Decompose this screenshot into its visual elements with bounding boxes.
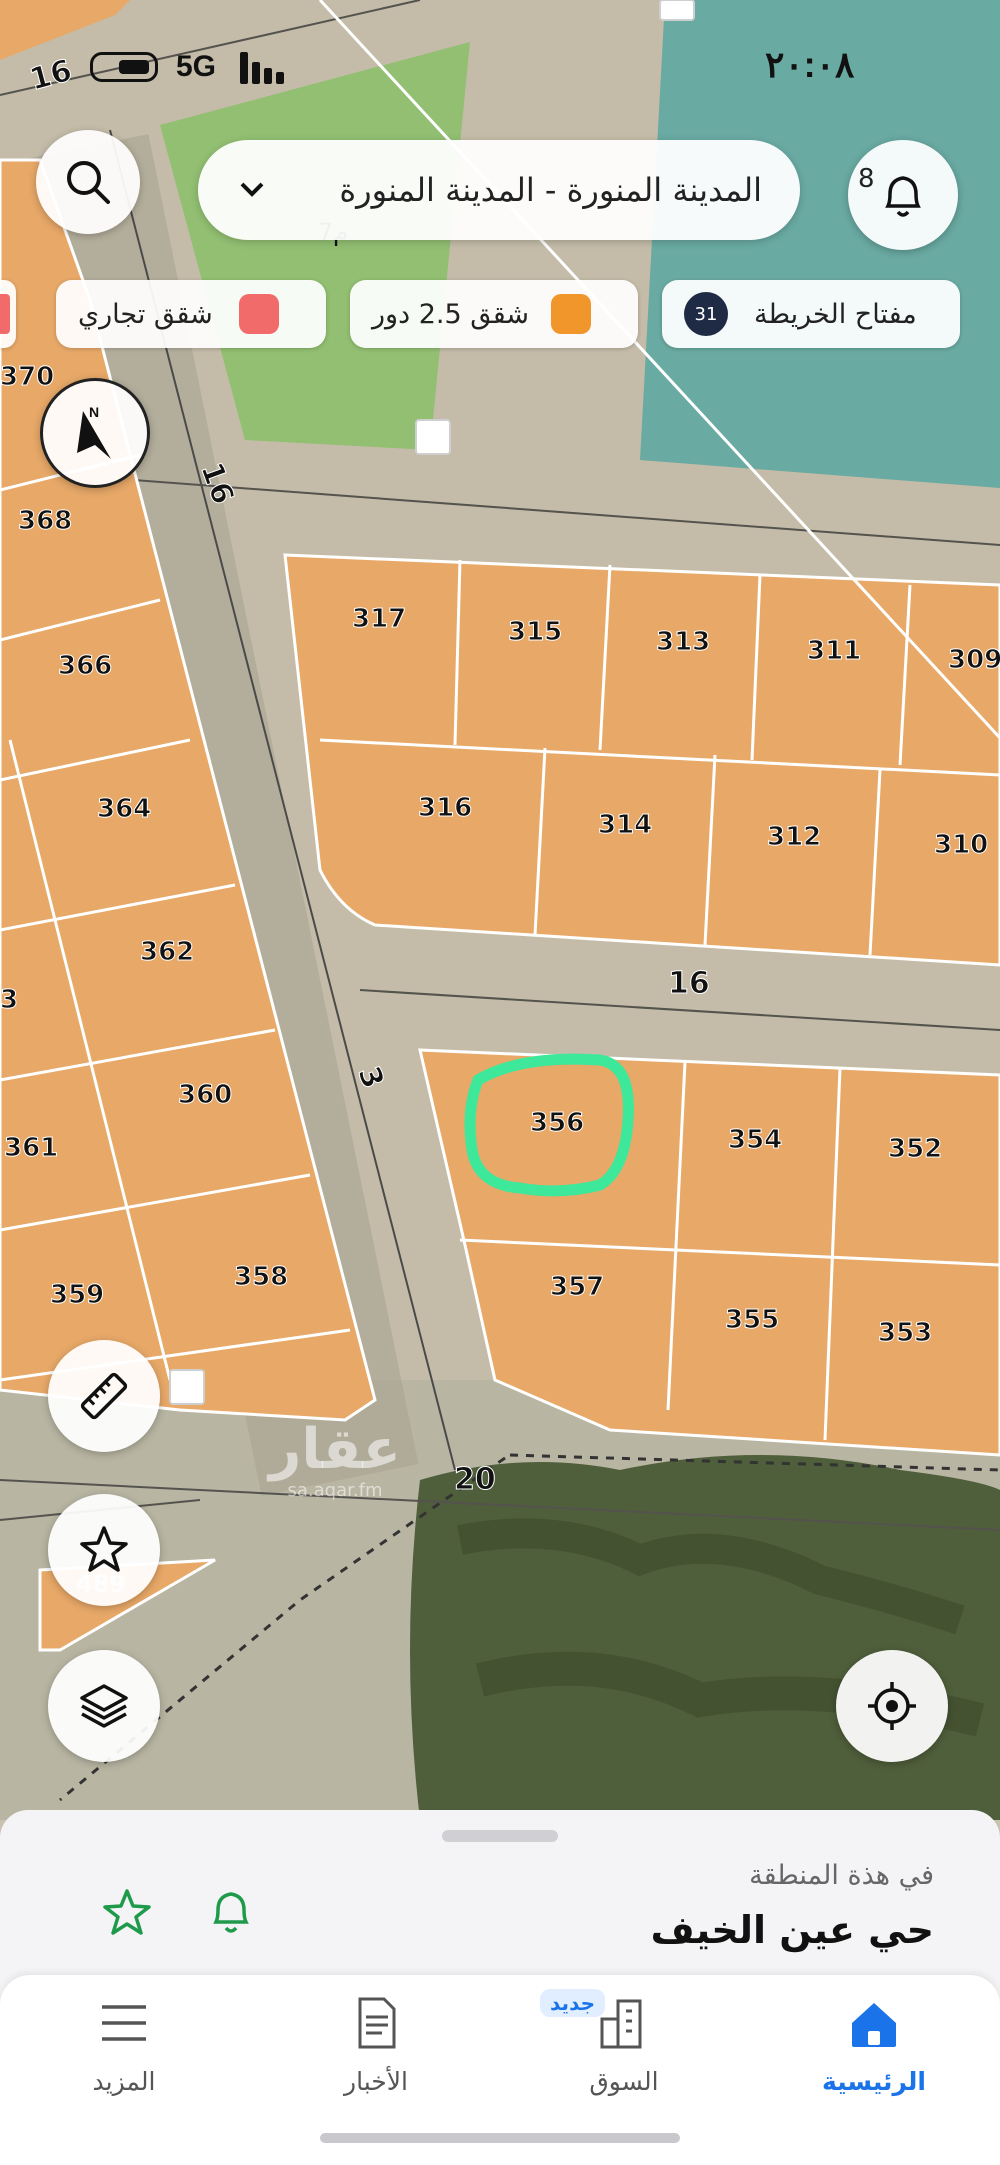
my-location-button[interactable] (836, 1650, 948, 1762)
favorite-area-button[interactable] (92, 1878, 162, 1948)
notification-count: 8 (858, 164, 875, 194)
map-key-label: مفتاح الخريطة (754, 298, 917, 330)
location-selector[interactable]: المدينة المنورة - المدينة المنورة (198, 140, 800, 240)
red-swatch-icon (238, 294, 279, 334)
lot-label[interactable]: 366 (57, 651, 112, 682)
svg-text:N: N (89, 404, 99, 420)
nav-more[interactable]: المزيد (24, 1975, 224, 2125)
nav-news-label: الأخبار (344, 2067, 408, 2096)
nav-market[interactable]: السوق جديد (524, 1975, 724, 2125)
new-badge: جديد (540, 1989, 606, 2017)
crosshair-icon (868, 1682, 916, 1730)
lot-label[interactable]: 357 (549, 1272, 604, 1303)
chevron-down-icon (240, 182, 264, 197)
filter-label: شقق 2.5 دور (372, 298, 530, 330)
lot-label[interactable]: 362 (139, 937, 194, 968)
favorites-button[interactable] (48, 1494, 160, 1606)
area-alert-button[interactable] (196, 1876, 266, 1946)
orange-swatch-icon (551, 294, 592, 334)
lot-label[interactable]: 311 (806, 636, 861, 667)
nav-home-label: الرئيسية (822, 2067, 926, 2096)
lot-label[interactable]: 3 (0, 985, 19, 1016)
area-caption: في هذة المنطقة (749, 1860, 934, 1891)
network-label: 5G (176, 50, 217, 83)
lot-label[interactable]: 314 (597, 810, 652, 841)
nav-more-label: المزيد (92, 2067, 156, 2096)
lot-label[interactable]: 317 (351, 604, 406, 635)
watermark: عقار sa.aqar.fm (250, 1417, 420, 1502)
star-icon (103, 1889, 151, 1935)
layers-button[interactable] (48, 1650, 160, 1762)
lot-label[interactable]: 312 (766, 822, 821, 853)
lot-label[interactable]: 359 (49, 1280, 104, 1311)
lot-label[interactable]: 364 (96, 794, 151, 825)
layers-icon (80, 1684, 128, 1728)
location-text: المدينة المنورة - المدينة المنورة (339, 171, 762, 209)
area-name: حي عين الخيف (650, 1908, 934, 1952)
compass-button[interactable]: N (40, 378, 150, 488)
filter-chip-commercial[interactable]: شقق تجاري (56, 280, 326, 348)
street-label: 16 (668, 966, 711, 1002)
lot-label[interactable]: 313 (655, 627, 710, 658)
star-icon (80, 1526, 128, 1572)
filter-chip-apartments[interactable]: شقق 2.5 دور (350, 280, 638, 348)
lot-label[interactable]: 355 (724, 1305, 779, 1336)
bottom-navigation: الرئيسية السوق جديد الأخبار المزيد (0, 1975, 1000, 2165)
lot-label[interactable]: 360 (177, 1080, 232, 1111)
red-swatch-icon (0, 294, 10, 334)
lot-label[interactable]: 316 (417, 793, 472, 824)
filter-label: شقق تجاري (78, 298, 213, 330)
measure-button[interactable] (48, 1340, 160, 1452)
lot-label[interactable]: 309 (947, 645, 1000, 676)
lot-label[interactable]: 310 (933, 830, 988, 861)
watermark-brand: عقار (269, 1417, 401, 1482)
lot-label[interactable]: 358 (233, 1262, 288, 1293)
nav-home[interactable]: الرئيسية (774, 1975, 974, 2125)
compass-icon: N (77, 404, 111, 459)
filter-chip-partial[interactable] (0, 280, 16, 348)
lot-label[interactable]: 315 (507, 617, 562, 648)
bell-icon (213, 1892, 249, 1933)
status-time: ٢٠:٠٨ (765, 44, 855, 85)
notifications-button[interactable]: 8 (848, 140, 958, 250)
search-button[interactable] (36, 130, 140, 234)
search-icon (67, 161, 110, 204)
nav-market-label: السوق (589, 2067, 659, 2096)
map-key-count: 31 (684, 292, 728, 336)
map-key-chip[interactable]: 31 مفتاح الخريطة (662, 280, 960, 348)
news-icon (358, 1997, 396, 2049)
ruler-icon (80, 1372, 128, 1420)
signal-icon (240, 52, 290, 84)
lot-label[interactable]: 361 (3, 1133, 58, 1164)
lot-label-highlighted[interactable]: 356 (529, 1108, 584, 1139)
street-label: 20 (454, 1462, 497, 1498)
home-indicator (320, 2133, 680, 2143)
lot-label[interactable]: 370 (0, 362, 55, 393)
lot-label[interactable]: 368 (17, 506, 72, 537)
menu-icon (102, 2005, 146, 2041)
lot-label[interactable]: 353 (877, 1318, 932, 1349)
nav-news[interactable]: الأخبار (276, 1975, 476, 2125)
lot-label[interactable]: 354 (727, 1125, 782, 1156)
home-icon (852, 2003, 896, 2047)
drag-handle[interactable] (442, 1830, 558, 1842)
lot-label[interactable]: 352 (887, 1134, 942, 1165)
battery-icon (90, 52, 158, 82)
watermark-url: sa.aqar.fm (287, 1480, 383, 1501)
bell-icon (885, 176, 921, 217)
